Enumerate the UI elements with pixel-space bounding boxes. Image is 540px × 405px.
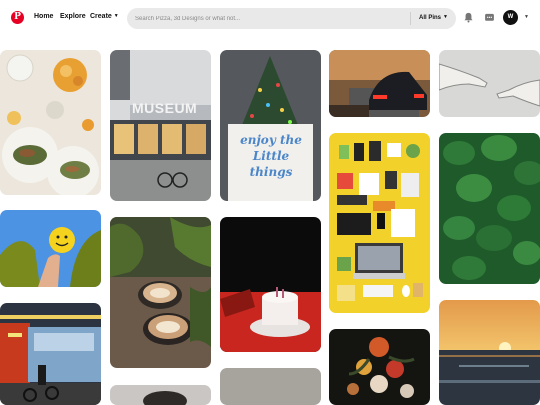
flatlay-desk-pin[interactable] [329,133,430,313]
search-divider [410,12,411,25]
flatlay-desk-pin-image [329,133,430,313]
car-street-pin[interactable] [329,50,430,117]
coffee-pin[interactable] [110,217,211,368]
sunset-sea-pin-image [439,300,540,405]
bus-street-pin[interactable] [0,303,101,405]
car-street-pin-image [329,50,430,117]
nav-create-menu[interactable]: Create ▼ [90,13,119,20]
smiley-balloon-pin[interactable] [0,210,101,287]
messages-icon[interactable] [484,12,495,23]
cake-pin[interactable] [220,217,321,352]
pinterest-logo-icon[interactable]: P [11,11,24,24]
hands-pin-image [439,50,540,117]
search-filter-dropdown[interactable]: All Pins ▼ [419,14,448,21]
nav-explore-link[interactable]: Explore [60,13,86,20]
coffee-pin-image [110,217,211,368]
cake-pin-image [220,217,321,352]
stone-pin-image [220,368,321,405]
search-filter-label: All Pins [419,15,442,21]
sunset-sea-pin[interactable] [439,300,540,405]
person-pin-image [110,385,211,405]
leaves-pin-image [439,133,540,284]
food-pin[interactable] [0,50,101,195]
top-nav-bar: P Home Explore Create▼ All Pins▼ W ▼ [0,0,540,36]
food-pin-image [0,50,101,195]
flowers-pin-image [329,329,430,405]
chevron-down-icon: ▼ [113,13,119,19]
account-chevron-down-icon[interactable]: ▼ [524,14,529,20]
smiley-balloon-pin-image [0,210,101,287]
nav-home-link[interactable]: Home [34,13,53,20]
bus-street-pin-image [0,303,101,405]
search-bar[interactable]: All Pins▼ [127,8,456,29]
hands-pin[interactable] [439,50,540,117]
stone-pin[interactable] [220,368,321,405]
flowers-pin[interactable] [329,329,430,405]
museum-pin-image [110,50,211,201]
museum-pin[interactable]: MUSEUM [110,50,211,201]
christmas-tree-pin[interactable]: enjoy the Little things [220,50,321,201]
notifications-bell-icon[interactable] [463,12,474,23]
person-pin[interactable] [110,385,211,405]
leaves-pin[interactable] [439,133,540,284]
search-input[interactable] [135,12,410,25]
enjoy-little-things-text: enjoy the Little things [240,133,302,179]
museum-sign-text: MUSEUM [132,100,198,116]
nav-create-label: Create [90,13,112,20]
chevron-down-icon: ▼ [443,14,448,20]
user-avatar[interactable]: W [503,10,518,25]
